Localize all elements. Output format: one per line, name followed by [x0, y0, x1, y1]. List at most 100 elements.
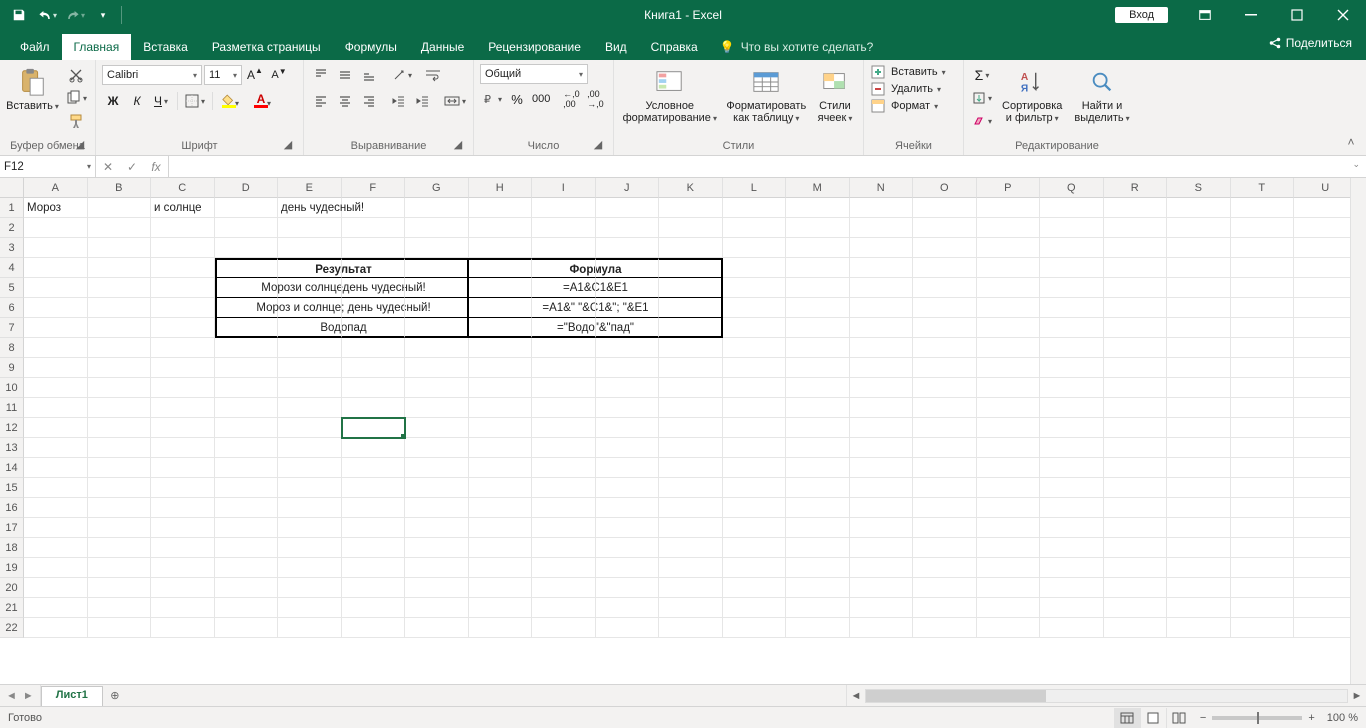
cell[interactable] — [850, 578, 914, 598]
cell[interactable] — [850, 318, 914, 338]
launcher-icon[interactable]: ◢ — [591, 137, 605, 151]
cell[interactable] — [342, 398, 406, 418]
cell[interactable] — [723, 398, 787, 418]
cell[interactable] — [1231, 478, 1295, 498]
cell[interactable] — [786, 578, 850, 598]
cell[interactable] — [596, 318, 660, 338]
cell[interactable] — [1167, 458, 1231, 478]
cell[interactable] — [88, 278, 152, 298]
cell[interactable] — [1167, 218, 1231, 238]
cell[interactable] — [850, 538, 914, 558]
cell[interactable] — [850, 238, 914, 258]
cell[interactable] — [659, 258, 723, 278]
copy-icon[interactable]: ▾ — [63, 87, 89, 109]
cell[interactable] — [24, 338, 88, 358]
cell[interactable] — [215, 418, 279, 438]
cell[interactable] — [1104, 478, 1168, 498]
cell[interactable] — [1104, 238, 1168, 258]
cell[interactable] — [278, 398, 342, 418]
cell[interactable] — [151, 618, 215, 638]
cell[interactable] — [913, 218, 977, 238]
cell[interactable] — [850, 258, 914, 278]
find-select-button[interactable]: Найти и выделить▾ — [1070, 64, 1133, 127]
enter-icon[interactable]: ✓ — [120, 160, 144, 174]
cell[interactable] — [913, 318, 977, 338]
cell[interactable] — [278, 538, 342, 558]
cell[interactable] — [1167, 478, 1231, 498]
cell[interactable] — [850, 478, 914, 498]
cell[interactable] — [342, 418, 406, 438]
cell[interactable] — [659, 498, 723, 518]
new-sheet-icon[interactable]: ⊕ — [103, 685, 127, 706]
cell[interactable] — [24, 598, 88, 618]
cell[interactable] — [151, 358, 215, 378]
font-size-combo[interactable]: 11▾ — [204, 65, 242, 85]
cell[interactable] — [723, 618, 787, 638]
cell[interactable] — [405, 238, 469, 258]
column-header[interactable]: Q — [1040, 178, 1104, 198]
tell-me[interactable]: 💡 Что вы хотите сделать? — [710, 34, 884, 60]
cell[interactable] — [469, 538, 533, 558]
cell[interactable] — [1167, 578, 1231, 598]
row-header[interactable]: 12 — [0, 418, 24, 438]
cell[interactable] — [1231, 618, 1295, 638]
row-header[interactable]: 16 — [0, 498, 24, 518]
cell[interactable] — [342, 298, 406, 318]
cell[interactable] — [151, 538, 215, 558]
cell[interactable] — [977, 538, 1041, 558]
cell[interactable] — [405, 598, 469, 618]
cell[interactable] — [532, 478, 596, 498]
cell[interactable] — [913, 618, 977, 638]
cell[interactable] — [850, 298, 914, 318]
cell[interactable] — [596, 478, 660, 498]
cell[interactable] — [278, 578, 342, 598]
cell[interactable] — [215, 518, 279, 538]
cell[interactable] — [786, 338, 850, 358]
cell[interactable] — [850, 278, 914, 298]
cell[interactable] — [1231, 438, 1295, 458]
cell[interactable] — [532, 618, 596, 638]
maximize-icon[interactable] — [1274, 0, 1320, 30]
cell[interactable] — [659, 418, 723, 438]
column-header[interactable]: P — [977, 178, 1041, 198]
cell[interactable] — [532, 278, 596, 298]
decrease-decimal-icon[interactable]: ,00→,0 — [584, 88, 606, 110]
cell[interactable] — [850, 518, 914, 538]
cell[interactable] — [215, 398, 279, 418]
cell[interactable] — [1104, 378, 1168, 398]
cell[interactable] — [215, 458, 279, 478]
cell[interactable] — [1167, 558, 1231, 578]
cell[interactable] — [1294, 378, 1358, 398]
cell[interactable] — [469, 338, 533, 358]
cell[interactable] — [405, 378, 469, 398]
cell[interactable] — [1231, 398, 1295, 418]
cell[interactable] — [1294, 358, 1358, 378]
cell[interactable] — [469, 438, 533, 458]
cell[interactable] — [786, 358, 850, 378]
cell[interactable] — [215, 438, 279, 458]
launcher-icon[interactable]: ◢ — [73, 137, 87, 151]
cell[interactable] — [151, 318, 215, 338]
row-header[interactable]: 3 — [0, 238, 24, 258]
column-header[interactable]: A — [24, 178, 88, 198]
cell[interactable] — [278, 558, 342, 578]
cell[interactable] — [596, 518, 660, 538]
cell[interactable] — [1167, 498, 1231, 518]
cell[interactable] — [24, 498, 88, 518]
cell[interactable]: Водопад — [215, 318, 279, 338]
cell[interactable] — [850, 398, 914, 418]
cell[interactable] — [278, 378, 342, 398]
sort-filter-button[interactable]: АЯ Сортировка и фильтр▾ — [998, 64, 1066, 127]
cell[interactable] — [1294, 238, 1358, 258]
comma-icon[interactable]: 000 — [530, 88, 552, 110]
cell[interactable] — [596, 498, 660, 518]
cell[interactable] — [405, 458, 469, 478]
launcher-icon[interactable]: ◢ — [281, 137, 295, 151]
cancel-icon[interactable]: ✕ — [96, 160, 120, 174]
zoom-in-icon[interactable]: + — [1308, 712, 1314, 724]
cell[interactable] — [24, 378, 88, 398]
cell[interactable] — [786, 618, 850, 638]
cell[interactable] — [532, 218, 596, 238]
cell[interactable]: Результат — [215, 258, 279, 278]
cell[interactable] — [469, 418, 533, 438]
